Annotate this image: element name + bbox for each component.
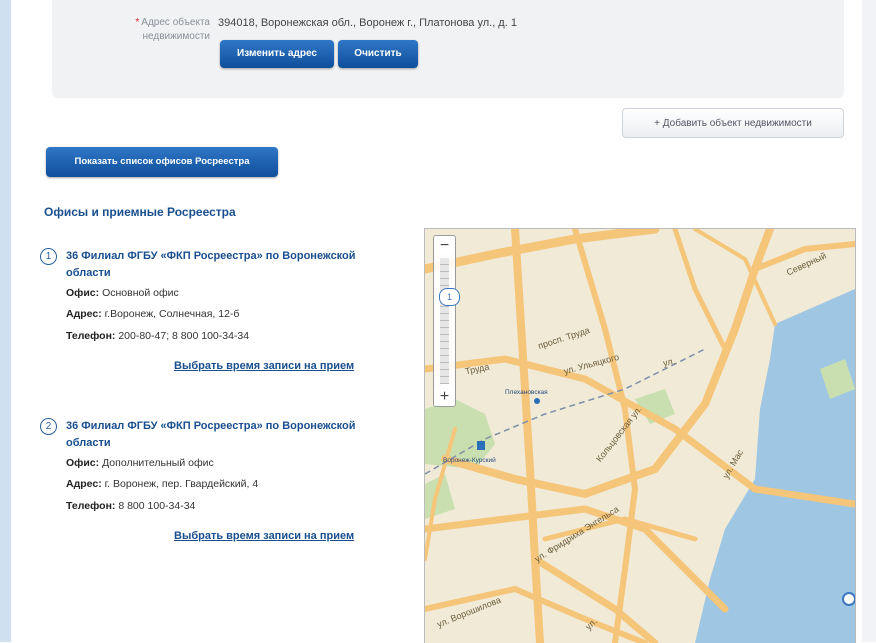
zoom-out-button[interactable]: − [434,236,455,255]
station-label: Воронеж-Курский [443,457,496,464]
change-address-button[interactable]: Изменить адрес [220,40,334,68]
map-canvas [425,229,855,643]
office-type-line: Офис: Дополнительный офис [66,457,214,469]
zoom-slider-track[interactable]: 1 [439,258,460,384]
right-side-bar [862,0,876,642]
address-value: 394018, Воронежская обл., Воронеж г., Пл… [218,17,517,29]
office-phone-value: 200-80-47; 8 800 100-34-34 [118,330,250,342]
zoom-slider-thumb[interactable]: 1 [439,288,460,306]
office-address-value: г. Воронеж, пер. Гвардейский, 4 [104,478,259,490]
zoom-in-button[interactable]: + [434,387,455,406]
left-side-bar [0,0,11,642]
section-title: Офисы и приемные Росреестра [44,205,236,219]
office-type-value: Основной офис [102,287,179,299]
clear-address-button[interactable]: Очистить [338,40,418,68]
office-phone-line: Телефон: 8 800 100-34-34 [66,500,195,512]
office-type-label: Офис: [66,287,100,299]
station-marker[interactable] [477,441,485,450]
office-name[interactable]: 36 Филиал ФГБУ «ФКП Росреестра» по Ворон… [66,248,356,282]
office-type-label: Офис: [66,457,100,469]
office-number-marker[interactable]: 1 [40,248,57,265]
office-address-line: Адрес: г. Воронеж, пер. Гвардейский, 4 [66,478,258,490]
office-number-marker[interactable]: 2 [40,418,57,435]
map-zoom-control: − 1 + [433,235,460,407]
office-name[interactable]: 36 Филиал ФГБУ «ФКП Росреестра» по Ворон… [66,418,356,452]
book-appointment-link[interactable]: Выбрать время записи на прием [174,360,354,372]
add-property-button[interactable]: + Добавить объект недвижимости [622,108,844,138]
office-type-line: Офис: Основной офис [66,287,179,299]
book-appointment-link[interactable]: Выбрать время записи на прием [174,530,354,542]
office-phone-label: Телефон: [66,500,116,512]
office-address-line: Адрес: г.Воронеж, Солнечная, 12-б [66,308,239,320]
office-phone-label: Телефон: [66,330,116,342]
office-phone-line: Телефон: 200-80-47; 8 800 100-34-34 [66,330,249,342]
station-label: Плехановская [505,389,548,396]
office-address-label: Адрес: [66,478,102,490]
office-type-value: Дополнительный офис [102,457,214,469]
address-label-line1: Адрес объекта [141,17,210,28]
station-marker[interactable] [534,398,540,404]
required-mark: * [135,17,140,28]
office-map-marker[interactable] [842,592,855,606]
offices-map[interactable]: просп. Труда Труда ул. Ульяцкого ул. ул.… [424,228,856,643]
address-panel [52,0,844,98]
show-offices-button[interactable]: Показать список офисов Росреестра [46,147,278,177]
office-phone-value: 8 800 100-34-34 [118,500,196,512]
address-label-line2: недвижимости [142,31,210,42]
address-label: * Адрес объекта недвижимости [100,16,210,44]
office-address-label: Адрес: [66,308,102,320]
office-address-value: г.Воронеж, Солнечная, 12-б [104,308,240,320]
